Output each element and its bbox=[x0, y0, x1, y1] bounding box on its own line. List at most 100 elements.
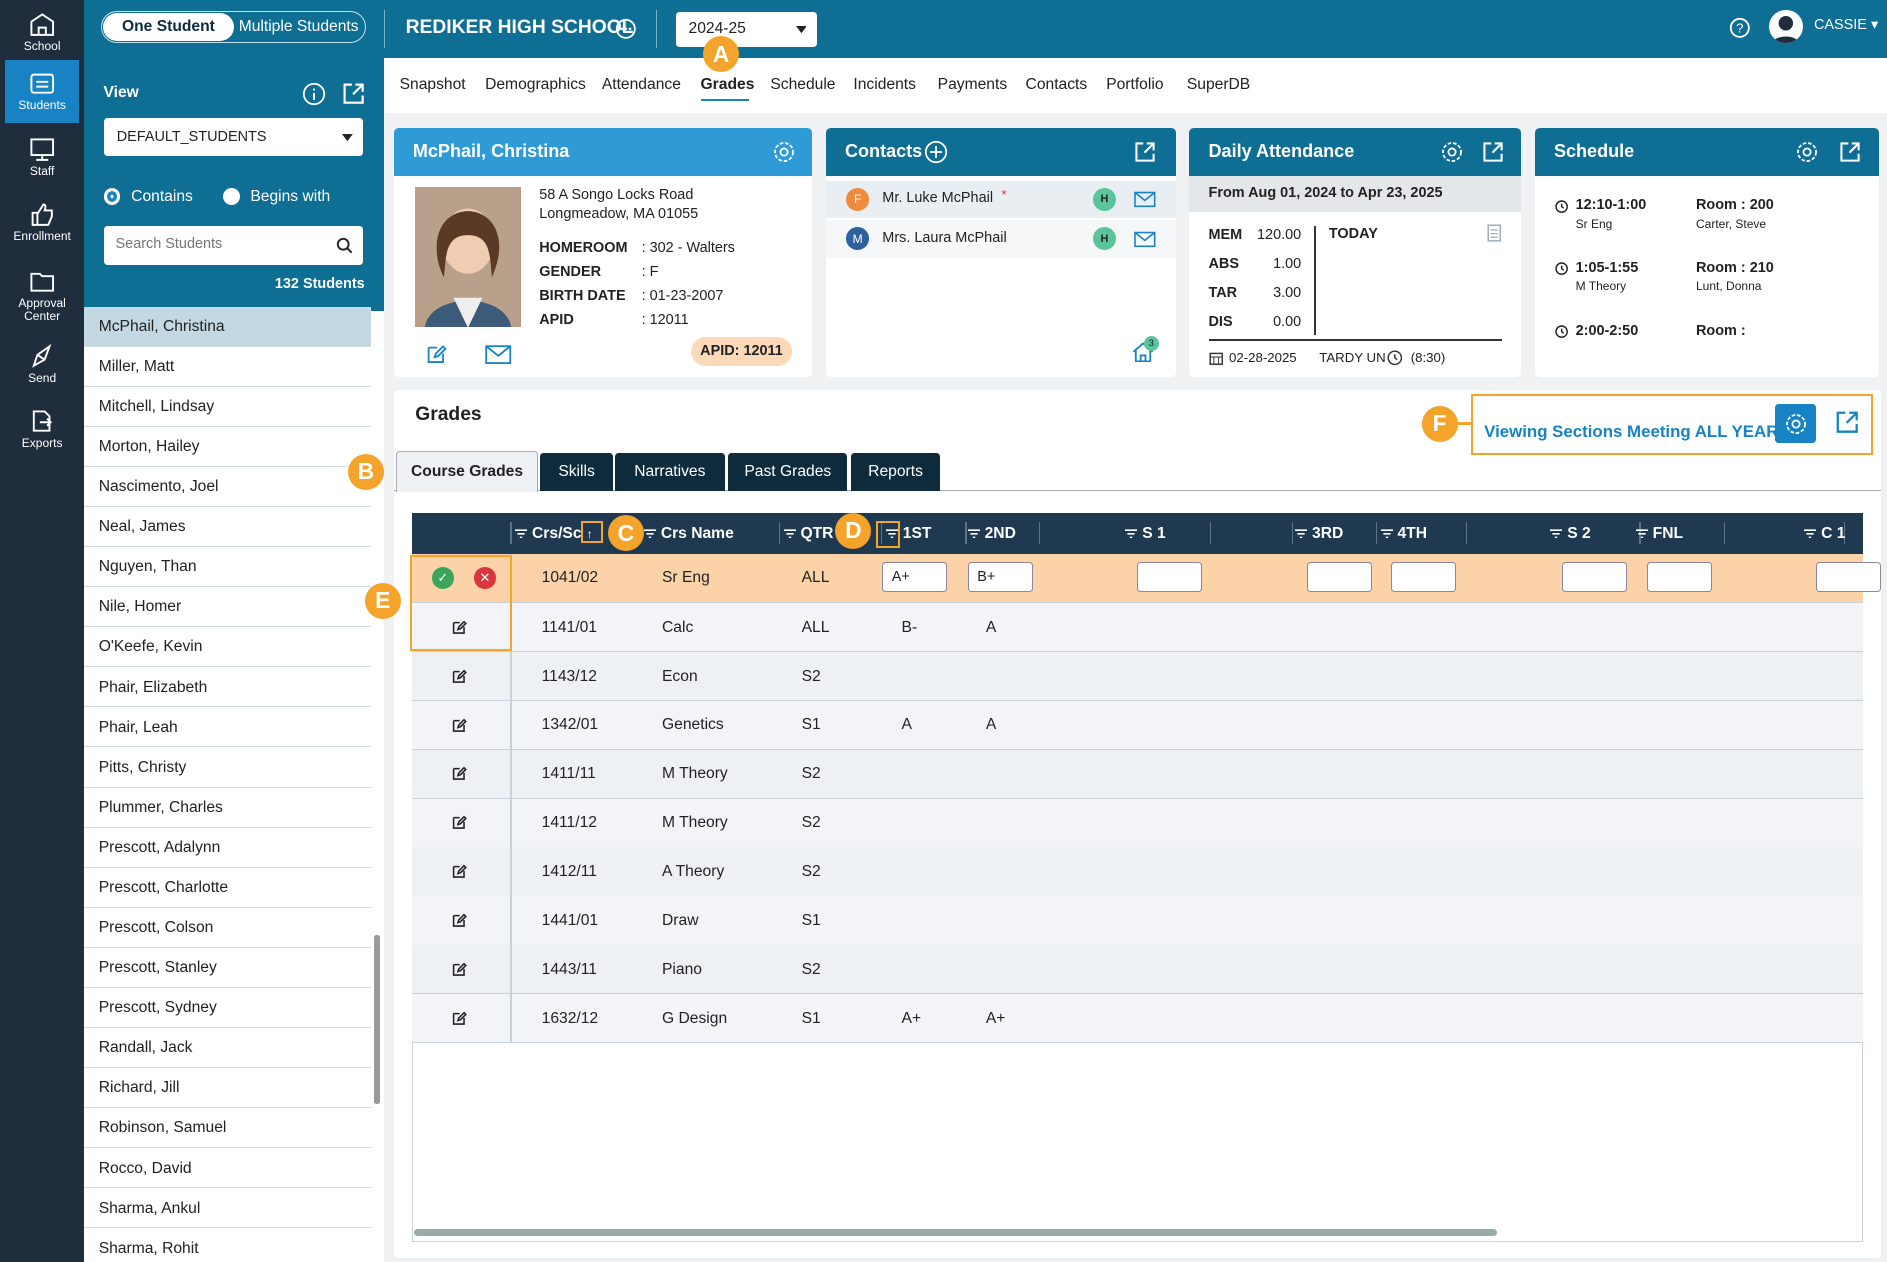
edit-icon[interactable] bbox=[451, 913, 468, 929]
search-input[interactable] bbox=[103, 226, 321, 263]
column-header[interactable]: Crs Name bbox=[643, 525, 734, 543]
info-icon[interactable] bbox=[302, 82, 326, 106]
tab-incidents[interactable]: Incidents bbox=[853, 76, 916, 94]
filter-icon[interactable] bbox=[515, 529, 528, 539]
rail-exports[interactable]: Exports bbox=[0, 397, 84, 462]
settings-icon[interactable] bbox=[1795, 140, 1819, 164]
filter-icon[interactable] bbox=[643, 529, 656, 539]
grade-input[interactable] bbox=[1646, 562, 1712, 593]
grade-input[interactable]: B+ bbox=[967, 562, 1033, 593]
search-icon[interactable] bbox=[336, 237, 353, 254]
table-row[interactable]: 1412/11 A Theory S2 bbox=[411, 847, 1864, 897]
list-item[interactable]: Prescott, Sydney bbox=[84, 988, 371, 1029]
edit-icon[interactable] bbox=[425, 344, 447, 366]
rail-staff[interactable]: Staff bbox=[0, 125, 84, 190]
column-header[interactable]: FNL bbox=[1635, 525, 1683, 543]
list-item[interactable]: Richard, Jill bbox=[84, 1069, 371, 1109]
filter-icon[interactable] bbox=[1550, 529, 1563, 539]
list-item[interactable]: Nascimento, Joel bbox=[84, 467, 371, 507]
column-header[interactable]: S 1 bbox=[1125, 525, 1166, 543]
tab-contacts[interactable]: Contacts bbox=[1026, 76, 1088, 94]
list-item[interactable]: Plummer, Charles bbox=[84, 788, 371, 828]
scrollbar[interactable] bbox=[374, 935, 381, 1104]
edit-icon[interactable] bbox=[451, 718, 468, 734]
list-item[interactable]: Nguyen, Than bbox=[84, 547, 371, 588]
list-item[interactable]: Prescott, Adalynn bbox=[84, 828, 371, 868]
table-row[interactable]: 1141/01 Calc ALL B- A bbox=[411, 603, 1864, 653]
household-button[interactable]: 3 bbox=[1131, 335, 1160, 363]
list-item[interactable]: Randall, Jack bbox=[84, 1028, 371, 1069]
list-item[interactable]: Mitchell, Lindsay bbox=[84, 387, 371, 427]
table-row[interactable]: 1411/12 M Theory S2 bbox=[411, 798, 1864, 848]
list-item[interactable]: Nile, Homer bbox=[84, 588, 371, 628]
open-external-icon[interactable] bbox=[1133, 140, 1157, 164]
one-student-button[interactable]: One Student bbox=[103, 13, 234, 42]
list-item[interactable]: Neal, James bbox=[84, 507, 371, 548]
email-icon[interactable] bbox=[485, 345, 512, 365]
edit-icon[interactable] bbox=[451, 815, 468, 831]
grades-tab-course-grades[interactable]: Course Grades bbox=[396, 451, 539, 493]
document-icon[interactable] bbox=[1487, 224, 1501, 242]
filter-icon[interactable] bbox=[1380, 529, 1393, 539]
filter-icon[interactable] bbox=[1804, 529, 1817, 539]
list-item[interactable]: O'Keefe, Kevin bbox=[84, 628, 371, 668]
open-external-icon[interactable] bbox=[341, 81, 366, 106]
tab-grades[interactable]: Grades bbox=[701, 76, 755, 94]
open-external-icon[interactable] bbox=[1838, 140, 1862, 164]
rail-students[interactable]: Students bbox=[4, 60, 80, 123]
filter-icon[interactable] bbox=[1635, 529, 1648, 539]
filter-icon[interactable] bbox=[967, 529, 980, 539]
column-header[interactable]: 2ND bbox=[967, 525, 1016, 543]
list-item[interactable]: Prescott, Colson bbox=[84, 908, 371, 948]
list-item[interactable]: Sharma, Ankul bbox=[84, 1189, 371, 1229]
open-external-icon[interactable] bbox=[1481, 140, 1505, 164]
user-menu[interactable]: CASSIE ▾ bbox=[1814, 17, 1878, 33]
grades-tab-skills[interactable]: Skills bbox=[540, 452, 613, 492]
table-row[interactable]: 1342/01 Genetics S1 A A bbox=[411, 700, 1864, 751]
tab-portfolio[interactable]: Portfolio bbox=[1106, 76, 1163, 94]
list-item[interactable]: Prescott, Charlotte bbox=[84, 868, 371, 908]
settings-icon[interactable] bbox=[772, 140, 796, 164]
tab-attendance[interactable]: Attendance bbox=[602, 76, 681, 94]
settings-icon[interactable] bbox=[1440, 140, 1464, 164]
column-header[interactable]: QTR bbox=[783, 525, 833, 543]
school-year-select[interactable]: 2024-25 bbox=[676, 12, 818, 47]
tab-schedule[interactable]: Schedule bbox=[770, 76, 835, 94]
edit-icon[interactable] bbox=[451, 766, 468, 782]
grades-tab-reports[interactable]: Reports bbox=[851, 452, 941, 492]
grade-input[interactable]: A+ bbox=[882, 562, 948, 593]
contact-row[interactable]: F Mr. Luke McPhail * H bbox=[825, 180, 1176, 218]
table-row[interactable]: 1441/01 Draw S1 bbox=[411, 896, 1864, 946]
horizontal-scrollbar[interactable] bbox=[414, 1228, 1498, 1237]
rail-enrollment[interactable]: Enrollment bbox=[0, 190, 84, 255]
table-row-editing[interactable]: 1041/02 Sr Eng ALL ✓ ✕ A+ B+ bbox=[411, 553, 1882, 604]
multiple-students-button[interactable]: Multiple Students bbox=[234, 13, 364, 41]
school-options-icon[interactable] bbox=[615, 18, 637, 40]
table-row[interactable]: 1632/12 G Design S1 A+ A+ bbox=[411, 994, 1864, 1044]
filter-icon[interactable] bbox=[1295, 529, 1308, 539]
contact-row[interactable]: M Mrs. Laura McPhail H bbox=[825, 220, 1176, 258]
rail-send[interactable]: Send bbox=[0, 332, 84, 397]
table-row[interactable]: 1443/11 Piano S2 bbox=[411, 945, 1864, 995]
list-item[interactable]: Rocco, David bbox=[84, 1149, 371, 1189]
list-item[interactable]: Morton, Hailey bbox=[84, 427, 371, 467]
list-item[interactable]: Robinson, Samuel bbox=[84, 1109, 371, 1149]
filter-icon[interactable] bbox=[783, 529, 796, 539]
edit-icon[interactable] bbox=[451, 669, 468, 685]
filter-icon[interactable] bbox=[1125, 529, 1138, 539]
tab-snapshot[interactable]: Snapshot bbox=[400, 76, 466, 94]
tab-demographics[interactable]: Demographics bbox=[485, 76, 586, 94]
grade-input[interactable] bbox=[1307, 562, 1373, 593]
begins-with-radio[interactable]: Begins with bbox=[222, 188, 330, 206]
grades-tab-past-grades[interactable]: Past Grades bbox=[728, 452, 848, 492]
help-icon[interactable]: ? bbox=[1729, 17, 1751, 39]
list-item[interactable]: Prescott, Stanley bbox=[84, 948, 371, 988]
grade-input[interactable] bbox=[1816, 562, 1882, 593]
list-item[interactable]: McPhail, Christina bbox=[84, 306, 371, 347]
tab-superdb[interactable]: SuperDB bbox=[1187, 76, 1250, 94]
grade-input[interactable] bbox=[1137, 562, 1203, 593]
email-icon[interactable] bbox=[1134, 231, 1156, 248]
grade-input[interactable] bbox=[1562, 562, 1628, 593]
list-item[interactable]: Pitts, Christy bbox=[84, 748, 371, 788]
table-row[interactable]: 1143/12 Econ S2 bbox=[411, 651, 1864, 702]
